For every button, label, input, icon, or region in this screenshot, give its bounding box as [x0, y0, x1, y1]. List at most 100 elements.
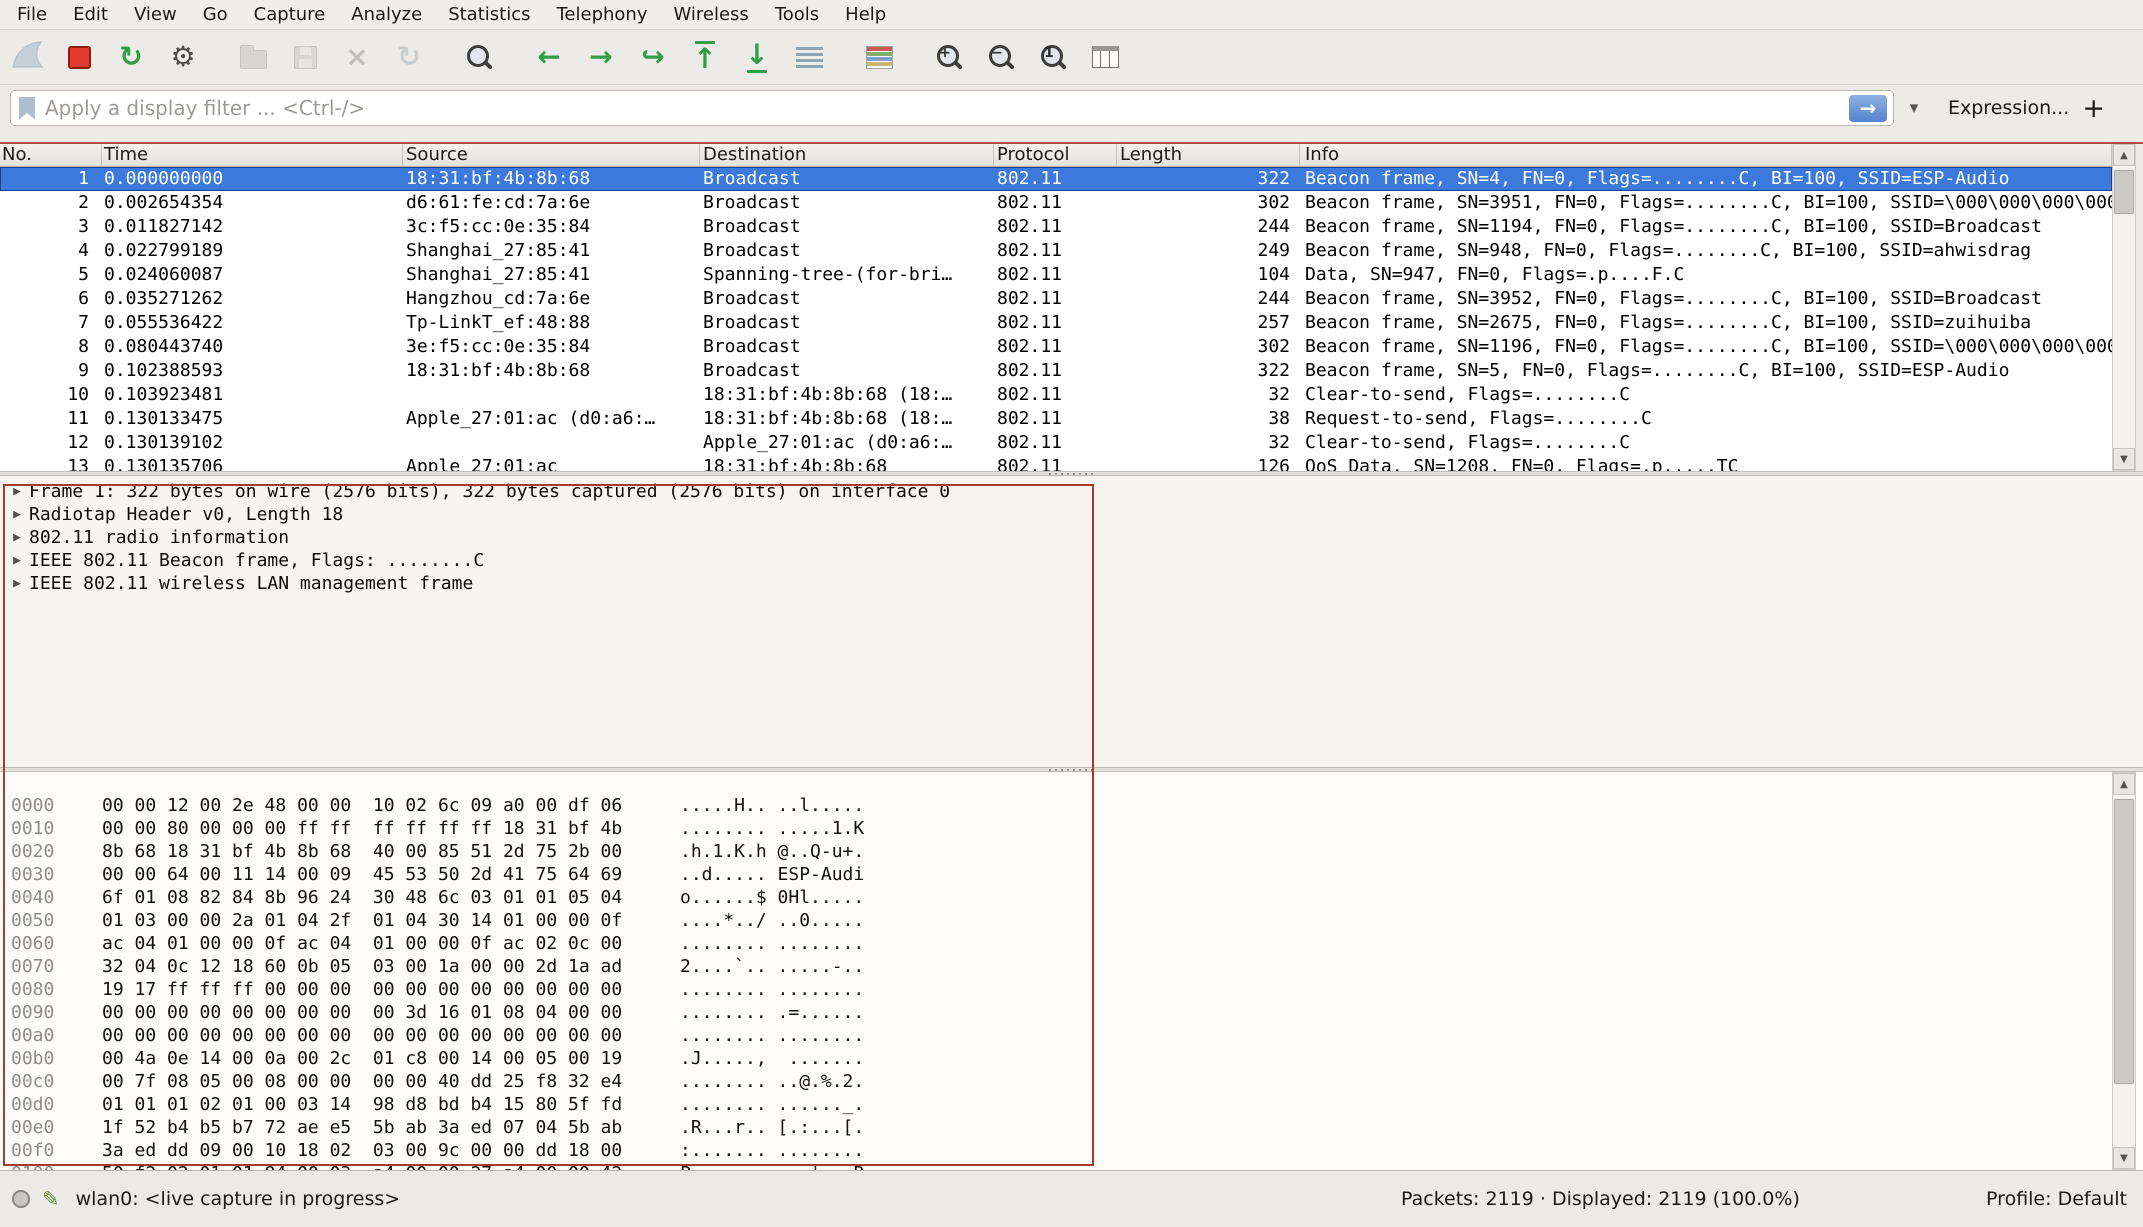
add-filter-button[interactable]: +	[2082, 95, 2105, 122]
menu-edit[interactable]: Edit	[60, 1, 121, 28]
packet-row[interactable]: 110.130133475Apple_27:01:ac (d0:a6:…18:3…	[0, 407, 2112, 431]
hex-row[interactable]: 007032 04 0c 12 18 60 0b 05 03 00 1a 00 …	[0, 955, 2143, 978]
hex-row[interactable]: 000000 00 12 00 2e 48 00 00 10 02 6c 09 …	[0, 794, 2143, 817]
resize-columns-button[interactable]	[1084, 34, 1126, 80]
packets-summary-text: Packets: 2119 · Displayed: 2119 (100.0%)	[1401, 1188, 1800, 1210]
scroll-down-icon[interactable]: ▼	[2113, 448, 2135, 470]
packet-row[interactable]: 40.022799189Shanghai_27:85:41Broadcast80…	[0, 239, 2112, 263]
column-header-destination[interactable]: Destination	[700, 143, 994, 166]
scroll-down-icon[interactable]: ▼	[2113, 1147, 2135, 1169]
column-header-length[interactable]: Length	[1117, 143, 1300, 166]
restart-capture-button[interactable]: ↻	[110, 34, 152, 80]
bookmark-icon[interactable]	[19, 97, 35, 120]
go-to-bottom-button[interactable]: ↓	[736, 34, 778, 80]
profile-button[interactable]: Profile: Default	[1986, 1188, 2127, 1210]
hex-scrollbar[interactable]: ▲ ▼	[2112, 772, 2136, 1170]
colorize-packets-button[interactable]	[858, 34, 900, 80]
packet-row[interactable]: 60.035271262Hangzhou_cd:7a:6eBroadcast80…	[0, 287, 2112, 311]
detail-line[interactable]: ▶Radiotap Header v0, Length 18	[0, 503, 2143, 526]
detail-line[interactable]: ▶802.11 radio information	[0, 526, 2143, 549]
reload-capture-file-button[interactable]: ↻	[388, 34, 430, 80]
detail-line[interactable]: ▶IEEE 802.11 wireless LAN management fra…	[0, 572, 2143, 595]
expander-icon[interactable]: ▶	[5, 526, 29, 549]
detail-line[interactable]: ▶IEEE 802.11 Beacon frame, Flags: ......…	[0, 549, 2143, 572]
expander-icon[interactable]: ▶	[5, 503, 29, 526]
go-to-packet-button[interactable]: ↪	[632, 34, 674, 80]
apply-filter-button[interactable]: →	[1849, 95, 1887, 122]
hex-bytes: 00 00 00 00 00 00 00 00 00 3d 16 01 08 0…	[102, 1001, 622, 1024]
filter-dropdown-button[interactable]: ▾	[1898, 90, 1930, 126]
hex-row[interactable]: 00f03a ed dd 09 00 10 18 02 03 00 9c 00 …	[0, 1139, 2143, 1162]
hex-row[interactable]: 00d001 01 01 02 01 00 03 14 98 d8 bd b4 …	[0, 1093, 2143, 1116]
menu-statistics[interactable]: Statistics	[435, 1, 543, 28]
go-forward-button[interactable]: →	[580, 34, 622, 80]
hex-row[interactable]: 009000 00 00 00 00 00 00 00 00 3d 16 01 …	[0, 1001, 2143, 1024]
start-capture-button[interactable]	[6, 34, 48, 80]
packet-row[interactable]: 70.055536422Tp-LinkT_ef:48:88Broadcast80…	[0, 311, 2112, 335]
open-capture-file-button[interactable]	[232, 34, 274, 80]
packet-row[interactable]: 90.10238859318:31:bf:4b:8b:68Broadcast80…	[0, 359, 2112, 383]
hex-row[interactable]: 00208b 68 18 31 bf 4b 8b 68 40 00 85 51 …	[0, 840, 2143, 863]
detail-line[interactable]: ▶Frame 1: 322 bytes on wire (2576 bits),…	[0, 480, 2143, 503]
zoom-in-button[interactable]: +	[928, 34, 970, 80]
zoom-reset-button[interactable]: 1	[1032, 34, 1074, 80]
capture-comment-icon[interactable]: ✎	[42, 1187, 60, 1211]
packet-row[interactable]: 50.024060087Shanghai_27:85:41Spanning-tr…	[0, 263, 2112, 287]
hex-row[interactable]: 00406f 01 08 82 84 8b 96 24 30 48 6c 03 …	[0, 886, 2143, 909]
hex-row[interactable]: 00b000 4a 0e 14 00 0a 00 2c 01 c8 00 14 …	[0, 1047, 2143, 1070]
column-header-info[interactable]: Info	[1300, 143, 2112, 166]
hex-ascii: ..d..... ESP-Audi	[680, 863, 864, 886]
menu-telephony[interactable]: Telephony	[543, 1, 660, 28]
hex-row[interactable]: 0060ac 04 01 00 00 0f ac 04 01 00 00 0f …	[0, 932, 2143, 955]
packet-row[interactable]: 10.00000000018:31:bf:4b:8b:68Broadcast80…	[0, 167, 2112, 191]
menu-analyze[interactable]: Analyze	[338, 1, 435, 28]
menu-file[interactable]: File	[4, 1, 60, 28]
expander-icon[interactable]: ▶	[5, 480, 29, 503]
expander-icon[interactable]: ▶	[5, 572, 29, 595]
packet-row[interactable]: 30.0118271423c:f5:cc:0e:35:84Broadcast80…	[0, 215, 2112, 239]
menu-wireless[interactable]: Wireless	[660, 1, 761, 28]
hex-row[interactable]: 00e01f 52 b4 b5 b7 72 ae e5 5b ab 3a ed …	[0, 1116, 2143, 1139]
menu-help[interactable]: Help	[832, 1, 899, 28]
packet-row[interactable]: 120.130139102Apple_27:01:ac (d0:a6:…802.…	[0, 431, 2112, 455]
hex-row[interactable]: 003000 00 64 00 11 14 00 09 45 53 50 2d …	[0, 863, 2143, 886]
packet-row[interactable]: 80.0804437403e:f5:cc:0e:35:84Broadcast80…	[0, 335, 2112, 359]
menu-go[interactable]: Go	[190, 1, 241, 28]
hex-row[interactable]: 00a000 00 00 00 00 00 00 00 00 00 00 00 …	[0, 1024, 2143, 1047]
packet-row[interactable]: 130.130135706Apple_27:01:ac18:31:bf:4b:8…	[0, 455, 2112, 471]
hex-row[interactable]: 010050 f2 02 01 01 84 00 03 a4 00 00 27 …	[0, 1162, 2143, 1170]
close-capture-file-button[interactable]: ×	[336, 34, 378, 80]
scroll-up-icon[interactable]: ▲	[2113, 144, 2135, 166]
save-capture-file-button[interactable]	[284, 34, 326, 80]
stop-capture-button[interactable]	[58, 34, 100, 80]
column-header-time[interactable]: Time	[102, 143, 403, 166]
column-header-protocol[interactable]: Protocol	[994, 143, 1117, 166]
capture-options-button[interactable]: ⚙	[162, 34, 204, 80]
detail-text: IEEE 802.11 wireless LAN management fram…	[29, 572, 473, 595]
scroll-up-icon[interactable]: ▲	[2113, 773, 2135, 795]
hex-row[interactable]: 001000 00 80 00 00 00 ff ff ff ff ff ff …	[0, 817, 2143, 840]
hex-row[interactable]: 00c000 7f 08 05 00 08 00 00 00 00 40 dd …	[0, 1070, 2143, 1093]
auto-scroll-button[interactable]	[788, 34, 830, 80]
menu-tools[interactable]: Tools	[762, 1, 832, 28]
hex-row[interactable]: 005001 03 00 00 2a 01 04 2f 01 04 30 14 …	[0, 909, 2143, 932]
column-header-no[interactable]: No.	[0, 143, 102, 166]
menu-view[interactable]: View	[121, 1, 190, 28]
find-packet-button[interactable]	[458, 34, 500, 80]
cell-protocol: 802.11	[994, 455, 1117, 471]
hex-row[interactable]: 008019 17 ff ff ff 00 00 00 00 00 00 00 …	[0, 978, 2143, 1001]
packet-row[interactable]: 100.10392348118:31:bf:4b:8b:68 (18:…802.…	[0, 383, 2112, 407]
column-header-source[interactable]: Source	[403, 143, 700, 166]
packet-row[interactable]: 20.002654354d6:61:fe:cd:7a:6eBroadcast80…	[0, 191, 2112, 215]
zoom-out-button[interactable]: −	[980, 34, 1022, 80]
go-back-button[interactable]: ←	[528, 34, 570, 80]
packet-list-scrollbar[interactable]: ▲ ▼	[2112, 143, 2136, 471]
packet-list-scrollbar-thumb[interactable]	[2114, 170, 2134, 214]
display-filter-input[interactable]	[45, 96, 1849, 120]
hex-scrollbar-thumb[interactable]	[2114, 799, 2134, 1084]
expression-button[interactable]: Expression...	[1948, 97, 2069, 119]
menu-capture[interactable]: Capture	[241, 1, 339, 28]
expert-info-icon[interactable]	[12, 1190, 30, 1208]
go-to-top-button[interactable]: ↑	[684, 34, 726, 80]
expander-icon[interactable]: ▶	[5, 549, 29, 572]
